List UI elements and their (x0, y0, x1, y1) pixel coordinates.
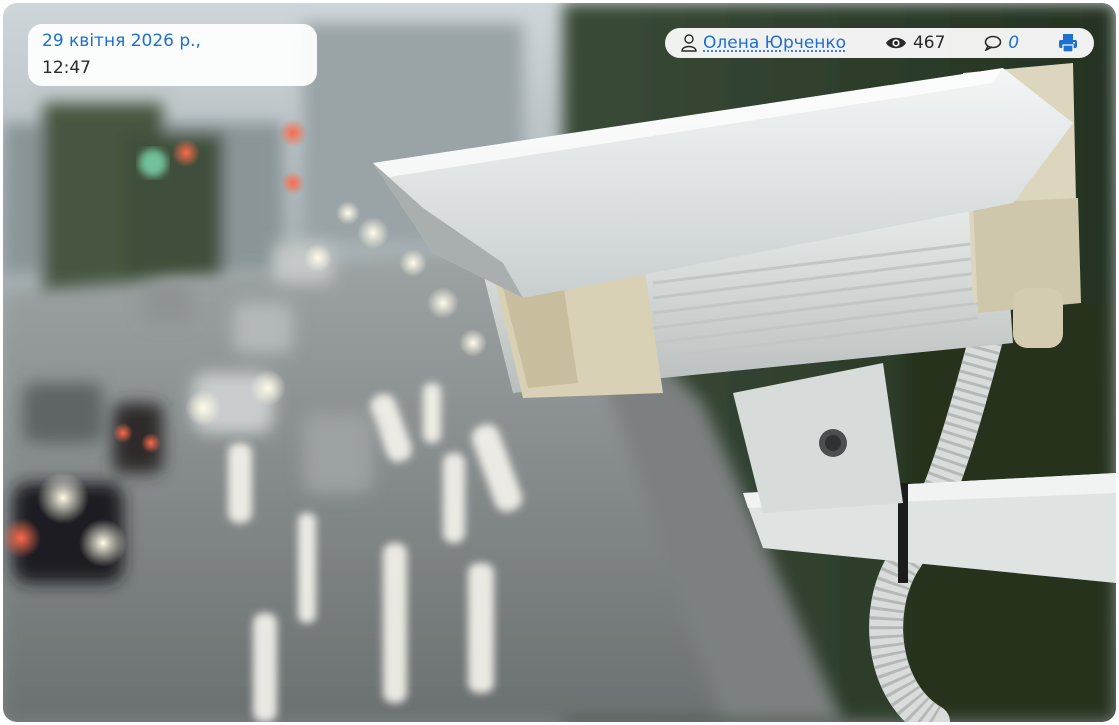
printer-icon[interactable] (1058, 33, 1078, 53)
traffic-camera-photo (3, 3, 1116, 722)
comment-bubble-icon (984, 35, 1002, 51)
user-outline-icon (681, 34, 697, 52)
views-count: 467 (912, 33, 946, 53)
article-meta-bar: Олена Юрченко 467 0 (665, 28, 1094, 58)
article-photo-frame: 29 квітня 2026 р., 12:47 Олена Юрченко 4… (3, 3, 1116, 722)
comments-count[interactable]: 0 (1008, 33, 1019, 53)
publish-date-box: 29 квітня 2026 р., 12:47 (28, 24, 317, 86)
views-meta: 467 (885, 33, 945, 53)
eye-icon (885, 36, 907, 50)
publish-time: 12:47 (42, 58, 91, 78)
author-link[interactable]: Олена Юрченко (703, 33, 846, 53)
author-meta: Олена Юрченко (681, 33, 846, 53)
comments-meta[interactable]: 0 (984, 33, 1019, 53)
publish-date: 29 квітня 2026 р., (42, 31, 201, 51)
